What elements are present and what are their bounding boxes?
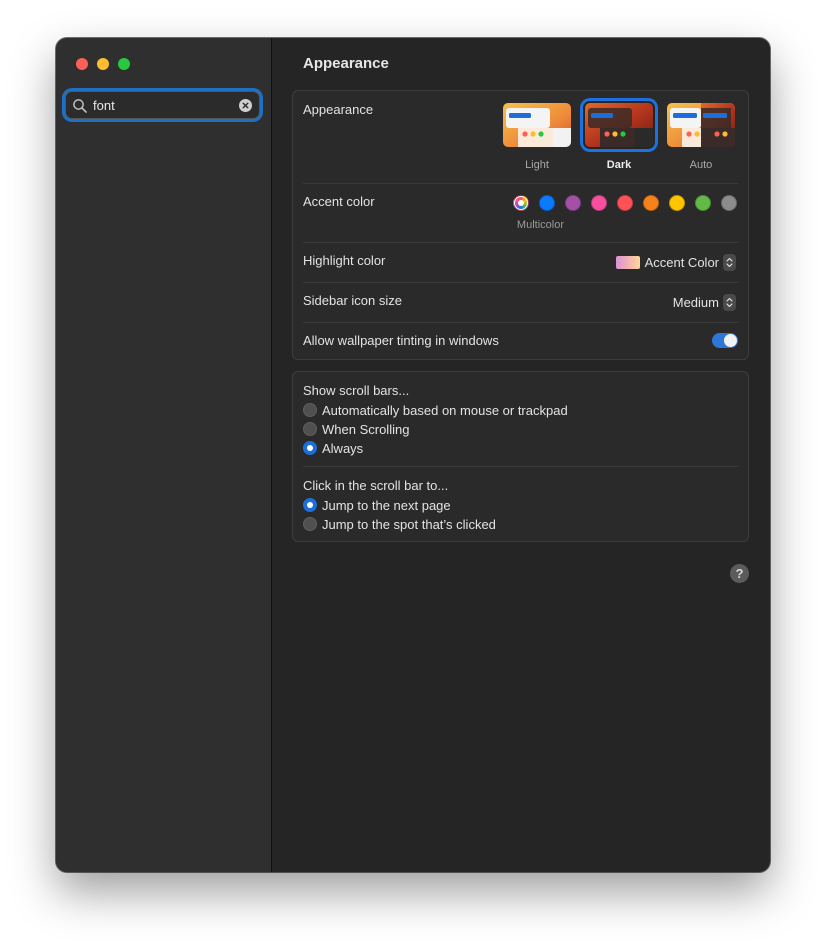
click-scroll-bar-title: Click in the scroll bar to... <box>303 478 449 493</box>
popup-chevrons-icon <box>723 253 736 271</box>
jump-next-page-option[interactable]: Jump to the next page <box>303 496 451 514</box>
sidebar-icon-size-popup[interactable]: Medium <box>673 293 736 311</box>
accent-selected-label: Multicolor <box>516 219 564 231</box>
appearance-options: Light Dark Auto <box>503 103 736 175</box>
minimize-window-button[interactable] <box>97 58 109 70</box>
popup-chevrons-icon <box>723 293 736 311</box>
scroll-always-label: Always <box>322 440 364 456</box>
accent-pink-swatch[interactable] <box>591 195 607 211</box>
scroll-auto-label: Automatically based on mouse or trackpad <box>322 402 568 418</box>
appearance-row: Appearance Light Dark Auto <box>303 91 738 184</box>
appearance-label: Appearance <box>303 102 374 117</box>
clear-search-icon[interactable] <box>239 99 252 112</box>
wallpaper-tinting-toggle[interactable] <box>712 333 738 348</box>
sidebar-icon-size-value: Medium <box>672 294 719 310</box>
accent-graphite-swatch[interactable] <box>721 195 737 211</box>
scroll-auto-option[interactable]: Automatically based on mouse or trackpad <box>303 401 568 419</box>
radio-button[interactable] <box>303 517 317 531</box>
zoom-window-button[interactable] <box>118 58 130 70</box>
help-button[interactable]: ? <box>730 564 749 583</box>
appearance-dark-thumbnail[interactable] <box>585 103 653 147</box>
appearance-light-label: Light <box>525 159 549 171</box>
appearance-group: Appearance Light Dark Auto Accent color … <box>292 90 749 360</box>
accent-blue-swatch[interactable] <box>539 195 555 211</box>
main-pane: Appearance Appearance Light Dark Auto Ac… <box>272 38 770 872</box>
show-scroll-bars-title: Show scroll bars... <box>303 383 410 398</box>
radio-button-selected[interactable] <box>303 441 317 455</box>
highlight-color-label: Highlight color <box>303 253 386 268</box>
sidebar-icon-size-label: Sidebar icon size <box>303 293 402 308</box>
jump-to-spot-option[interactable]: Jump to the spot that’s clicked <box>303 515 496 533</box>
highlight-color-value: Accent Color <box>644 254 719 270</box>
accent-color-label: Accent color <box>303 194 375 209</box>
scroll-when-scrolling-option[interactable]: When Scrolling <box>303 420 409 438</box>
accent-purple-swatch[interactable] <box>565 195 581 211</box>
appearance-dark-label: Dark <box>606 159 632 171</box>
radio-button[interactable] <box>303 422 317 436</box>
jump-next-page-label: Jump to the next page <box>322 497 451 513</box>
appearance-auto-label: Auto <box>689 159 713 171</box>
accent-red-swatch[interactable] <box>617 195 633 211</box>
accent-yellow-swatch[interactable] <box>669 195 685 211</box>
highlight-color-popup[interactable]: Accent Color <box>615 253 736 271</box>
page-title: Appearance <box>303 55 389 72</box>
radio-button-selected[interactable] <box>303 498 317 512</box>
search-field[interactable] <box>65 91 260 119</box>
accent-orange-swatch[interactable] <box>643 195 659 211</box>
highlight-color-row: Highlight color Accent Color <box>303 242 738 283</box>
wallpaper-tinting-label: Allow wallpaper tinting in windows <box>303 333 499 348</box>
highlight-color-preview <box>615 255 640 269</box>
divider <box>303 466 738 467</box>
search-icon <box>73 99 87 113</box>
appearance-auto-thumbnail[interactable] <box>667 103 735 147</box>
wallpaper-tinting-row: Allow wallpaper tinting in windows <box>303 322 738 360</box>
accent-green-swatch[interactable] <box>695 195 711 211</box>
accent-color-row: Accent color Multicolor <box>303 183 738 243</box>
toggle-knob <box>724 334 737 347</box>
scroll-always-option[interactable]: Always <box>303 439 363 457</box>
settings-window: Appearance Appearance <box>56 38 770 872</box>
search-input[interactable] <box>93 96 233 114</box>
appearance-light-thumbnail[interactable] <box>503 103 571 147</box>
close-window-button[interactable] <box>76 58 88 70</box>
radio-button[interactable] <box>303 403 317 417</box>
sidebar-icon-size-row: Sidebar icon size Medium <box>303 282 738 323</box>
scroll-when-scrolling-label: When Scrolling <box>322 421 410 437</box>
accent-color-swatches <box>513 195 737 213</box>
sidebar <box>56 38 272 872</box>
scroll-bars-group: Show scroll bars... Automatically based … <box>292 371 749 542</box>
accent-multicolor-swatch[interactable] <box>513 195 529 211</box>
window-controls <box>76 58 130 70</box>
jump-to-spot-label: Jump to the spot that’s clicked <box>322 516 496 532</box>
